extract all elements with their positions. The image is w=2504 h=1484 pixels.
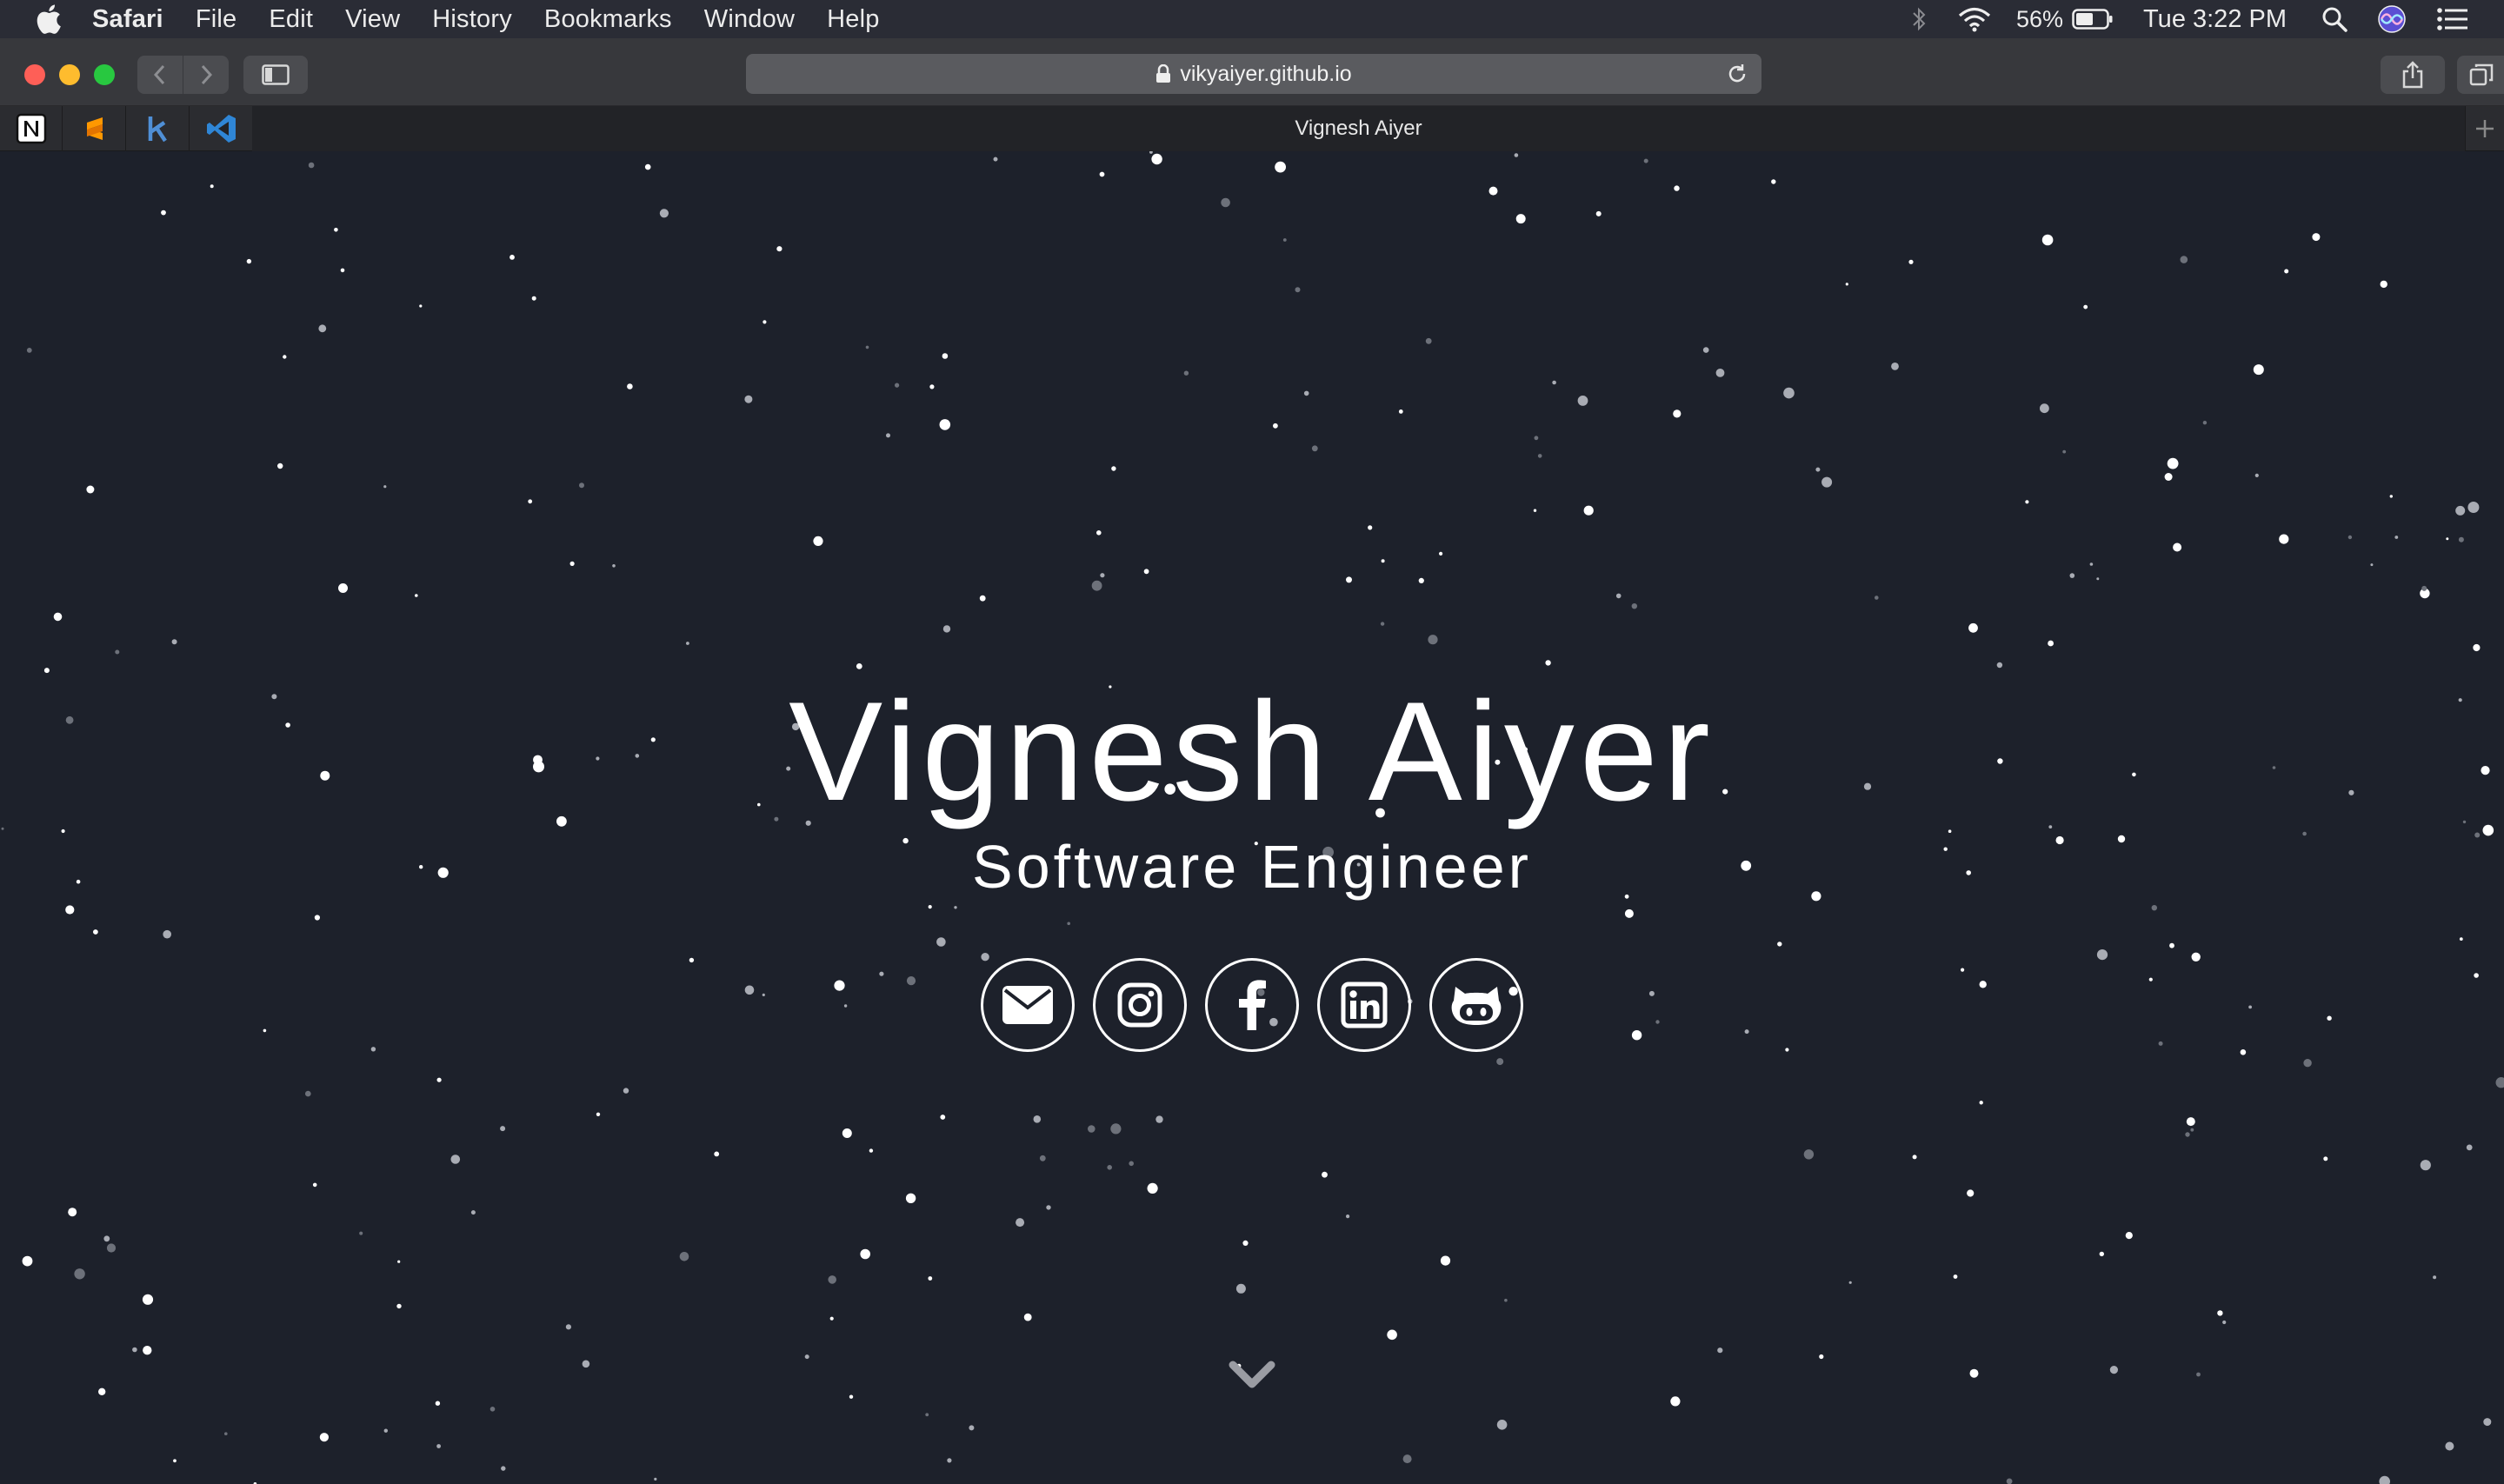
hero-title: Software Engineer — [972, 833, 1532, 901]
menu-safari[interactable]: Safari — [92, 5, 163, 34]
apple-logo-icon[interactable] — [33, 2, 68, 37]
menu-file[interactable]: File — [196, 5, 237, 34]
menu-help[interactable]: Help — [827, 5, 879, 34]
new-tab-button[interactable] — [2466, 106, 2504, 151]
vscode-icon — [206, 115, 236, 143]
github-icon — [1451, 987, 1502, 1025]
siri-icon[interactable] — [2377, 4, 2407, 34]
social-links — [0, 958, 2504, 1052]
lock-icon — [1156, 64, 1171, 83]
menu-edit[interactable]: Edit — [269, 5, 313, 34]
pinned-tab-vscode[interactable] — [190, 106, 253, 151]
address-bar-url: vikyaiyer.github.io — [1180, 61, 1352, 86]
notification-center-icon[interactable] — [2436, 6, 2469, 32]
pinned-tab-k[interactable] — [127, 106, 190, 151]
email-link[interactable] — [981, 958, 1075, 1052]
back-button[interactable] — [137, 56, 183, 94]
address-bar[interactable]: vikyaiyer.github.io — [746, 54, 1761, 94]
facebook-icon — [1239, 980, 1266, 1030]
menu-bar-status-area: 56% Tue 3:22 PM — [1910, 0, 2504, 38]
instagram-link[interactable] — [1093, 958, 1187, 1052]
instagram-icon — [1117, 982, 1162, 1028]
facebook-link[interactable] — [1205, 958, 1299, 1052]
share-button[interactable] — [2381, 56, 2445, 94]
menu-view[interactable]: View — [345, 5, 400, 34]
linkedin-link[interactable] — [1317, 958, 1411, 1052]
scroll-down-button[interactable] — [1228, 1351, 1276, 1400]
sublime-icon — [86, 117, 103, 140]
menu-bookmarks[interactable]: Bookmarks — [544, 5, 672, 34]
web-content: Vignesh Aiyer Software Engineer — [0, 151, 2504, 1484]
spotlight-search-icon[interactable] — [2321, 6, 2348, 32]
tab-title: Vignesh Aiyer — [1295, 116, 1422, 140]
window-minimize-button[interactable] — [59, 64, 80, 85]
envelope-icon — [1002, 986, 1053, 1024]
sidebar-icon — [262, 64, 290, 85]
menu-window[interactable]: Window — [704, 5, 795, 34]
share-icon — [2402, 61, 2423, 89]
chevron-left-icon — [153, 64, 165, 85]
github-link[interactable] — [1429, 958, 1523, 1052]
sidebar-toggle-button[interactable] — [243, 56, 308, 94]
hero-name: Vignesh Aiyer — [789, 673, 1715, 830]
chevron-right-icon — [201, 64, 213, 85]
tab-overview-button[interactable] — [2457, 56, 2504, 94]
screen: Safari File Edit View History Bookmarks … — [0, 0, 2504, 1484]
linkedin-icon — [1341, 982, 1388, 1028]
window-zoom-button[interactable] — [94, 64, 115, 85]
k-icon — [148, 116, 167, 143]
pinned-tab-notion[interactable] — [0, 106, 63, 151]
browser-toolbar: vikyaiyer.github.io — [0, 38, 2504, 106]
battery-icon[interactable] — [2072, 8, 2114, 30]
window-close-button[interactable] — [24, 64, 45, 85]
tab-overview-icon — [2469, 63, 2494, 86]
hero-section: Vignesh Aiyer Software Engineer — [0, 151, 2504, 1484]
chevron-down-icon — [1229, 1361, 1275, 1388]
plus-icon — [2476, 120, 2494, 137]
reload-icon[interactable] — [1725, 62, 1749, 86]
pinned-tab-sublime[interactable] — [63, 106, 126, 151]
tab-active[interactable]: Vignesh Aiyer — [252, 106, 2466, 151]
menu-bar-clock[interactable]: Tue 3:22 PM — [2143, 5, 2287, 34]
tab-bar: Vignesh Aiyer — [0, 106, 2504, 151]
bluetooth-icon[interactable] — [1910, 6, 1928, 32]
notion-icon — [16, 113, 46, 144]
menu-history[interactable]: History — [432, 5, 512, 34]
battery-percent[interactable]: 56% — [2016, 6, 2063, 33]
wifi-icon[interactable] — [1957, 6, 1992, 32]
menu-bar: Safari File Edit View History Bookmarks … — [0, 0, 2504, 38]
forward-button[interactable] — [183, 56, 229, 94]
